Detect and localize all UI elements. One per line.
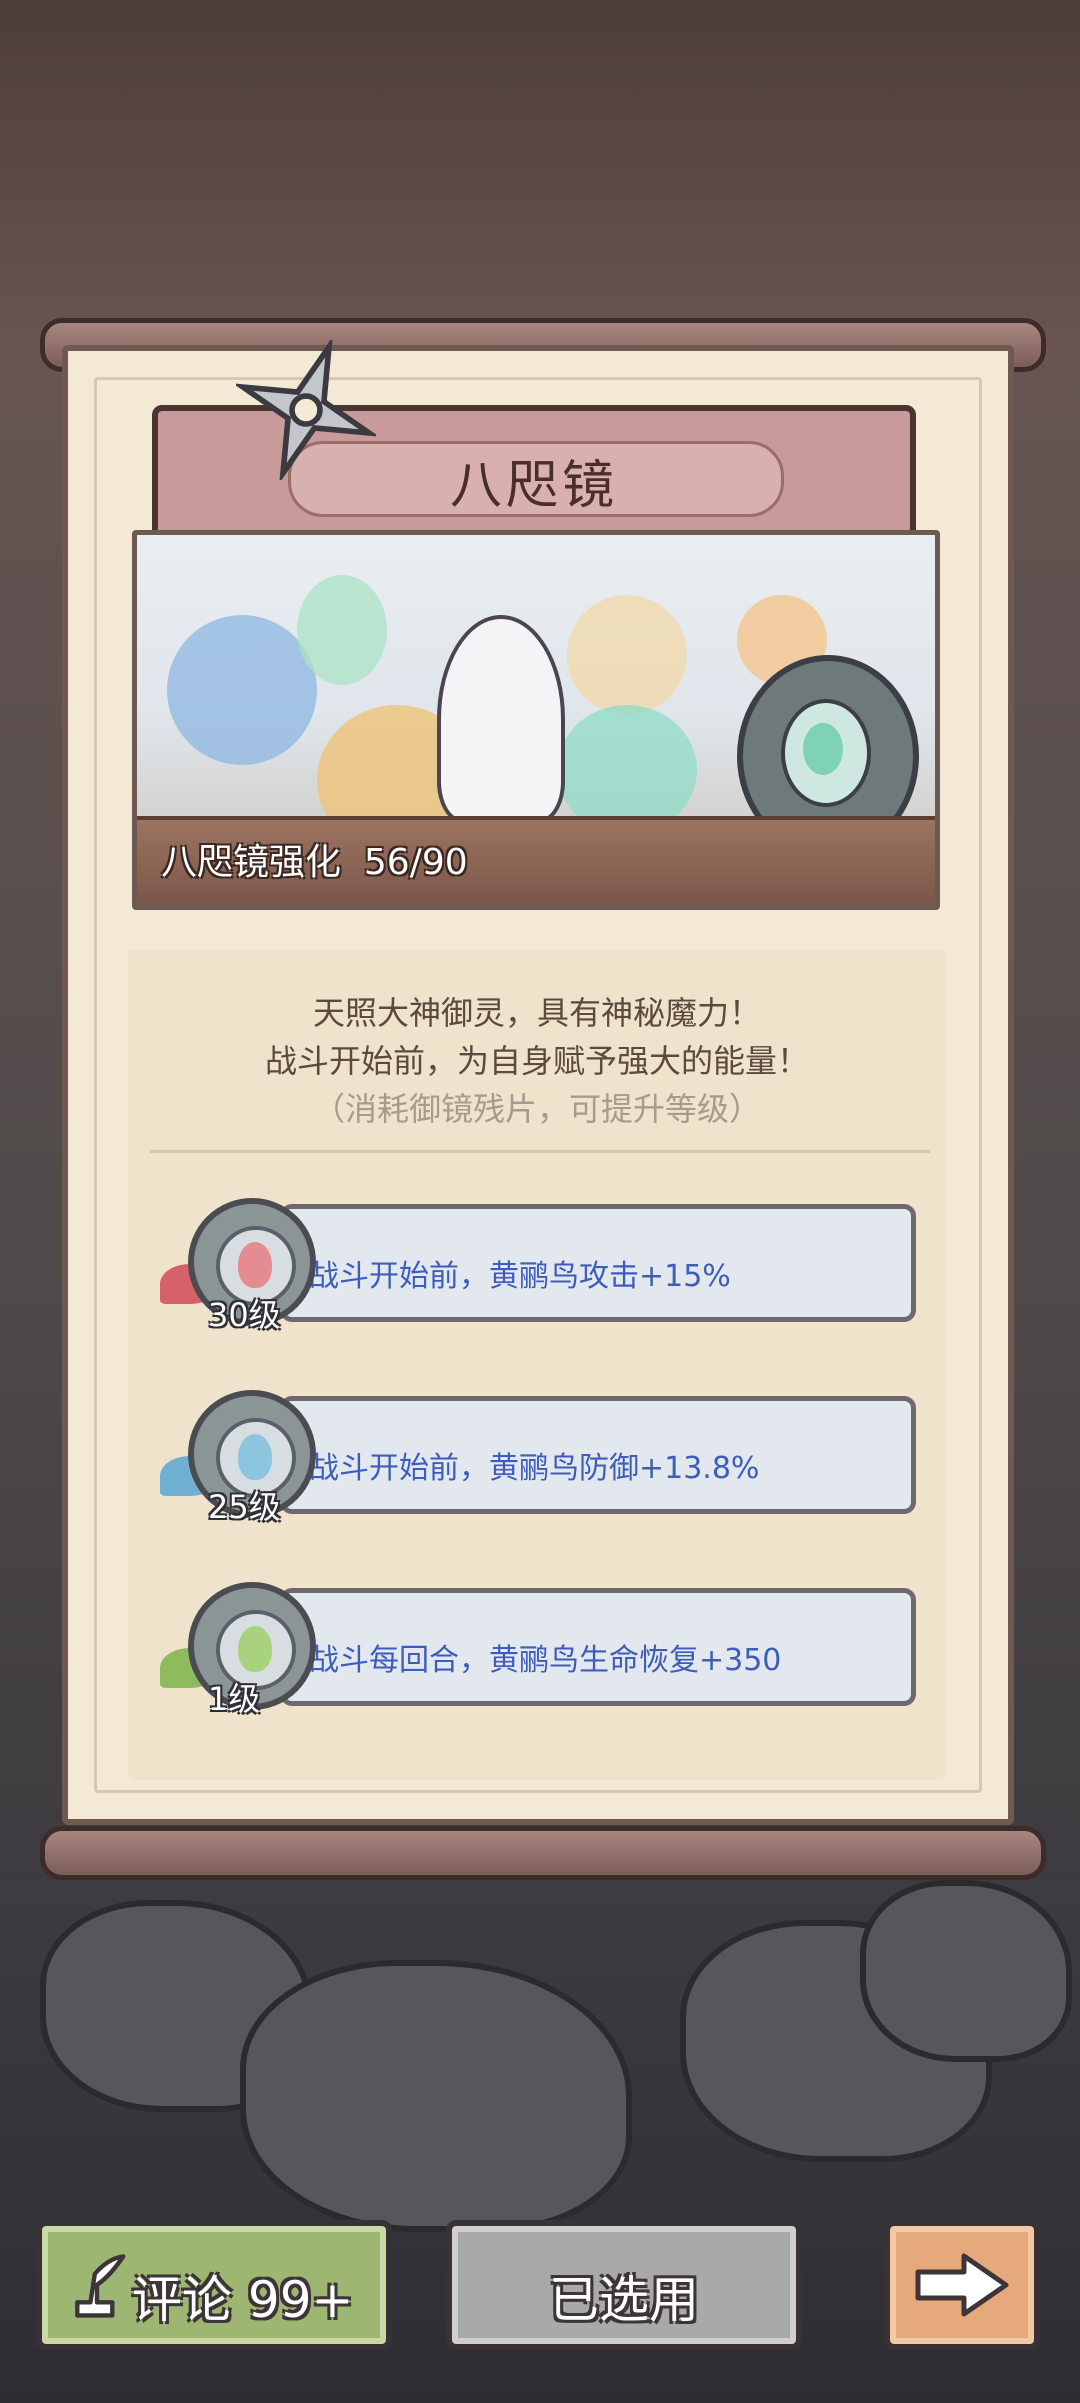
background-rock bbox=[240, 1960, 632, 2232]
description-hint: （消耗御镜残片，可提升等级） bbox=[312, 1090, 761, 1128]
character-figure bbox=[437, 615, 565, 823]
bonus-row: 战斗开始前，黄鹂鸟防御+13.8% 25级 bbox=[160, 1386, 922, 1526]
background-rock bbox=[860, 1880, 1072, 2062]
level-badge: 25级 bbox=[208, 1488, 281, 1526]
progress-bar: 八咫镜强化 56/90 bbox=[137, 816, 935, 905]
level-badge: 1级 bbox=[208, 1680, 261, 1718]
description-line-2: 战斗开始前，为自身赋予强大的能量！ bbox=[264, 1042, 809, 1080]
progress-label: 八咫镜强化 56/90 bbox=[161, 833, 468, 885]
arrow-right-icon bbox=[915, 2253, 1009, 2317]
divider bbox=[150, 1150, 930, 1153]
bonus-text: 战斗开始前，黄鹂鸟防御+13.8% bbox=[309, 1451, 760, 1486]
spirit-blob bbox=[167, 615, 317, 765]
bonus-plate: 战斗开始前，黄鹂鸟攻击+15% bbox=[280, 1204, 916, 1322]
spirit-blob bbox=[567, 595, 687, 715]
bonus-row: 战斗每回合，黄鹂鸟生命恢复+350 1级 bbox=[160, 1578, 922, 1718]
progress-value: 56/90 bbox=[363, 842, 468, 883]
scroll-bottom-rod bbox=[40, 1826, 1046, 1880]
hero-illustration: 八咫镜强化 56/90 bbox=[132, 530, 940, 910]
next-button[interactable] bbox=[884, 2220, 1040, 2350]
selected-button-label: 已选用 bbox=[549, 2271, 699, 2329]
spirit-blob bbox=[297, 575, 387, 685]
shuriken-icon bbox=[236, 340, 376, 480]
selected-button[interactable]: 已选用 bbox=[446, 2220, 802, 2350]
comment-button-label: 评论 99+ bbox=[132, 2271, 354, 2329]
progress-title: 八咫镜强化 bbox=[161, 842, 342, 883]
quill-pen-icon bbox=[75, 2254, 126, 2318]
description-line-1: 天照大神御灵，具有神秘魔力！ bbox=[312, 994, 761, 1032]
comment-button[interactable]: 评论 99+ bbox=[36, 2220, 392, 2350]
bonus-plate: 战斗每回合，黄鹂鸟生命恢复+350 bbox=[280, 1588, 916, 1706]
bonus-row: 战斗开始前，黄鹂鸟攻击+15% 30级 bbox=[160, 1194, 922, 1334]
background-top bbox=[0, 0, 1080, 360]
level-badge: 30级 bbox=[208, 1296, 281, 1334]
bonus-plate: 战斗开始前，黄鹂鸟防御+13.8% bbox=[280, 1396, 916, 1514]
bonus-text: 战斗每回合，黄鹂鸟生命恢复+350 bbox=[309, 1643, 782, 1678]
bonus-text: 战斗开始前，黄鹂鸟攻击+15% bbox=[309, 1259, 731, 1294]
